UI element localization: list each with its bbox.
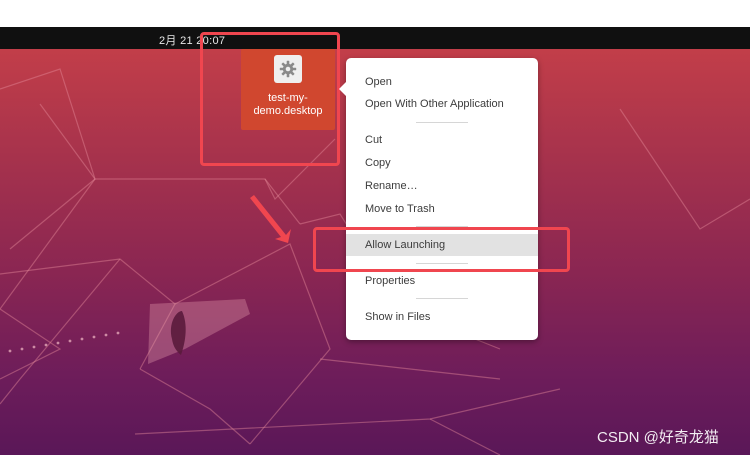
menu-item-move-to-trash[interactable]: Move to Trash bbox=[346, 198, 538, 220]
menu-item-cut[interactable]: Cut bbox=[346, 129, 538, 151]
context-menu: Open Open With Other Application Cut Cop… bbox=[339, 58, 538, 340]
menu-item-move-to-trash-label: Move to Trash bbox=[365, 203, 435, 215]
menu-item-properties[interactable]: Properties bbox=[346, 270, 538, 292]
menu-item-show-in-files-label: Show in Files bbox=[365, 311, 431, 323]
annotation-arrow bbox=[250, 195, 291, 243]
menu-item-open-with-label: Open With Other Application bbox=[365, 98, 504, 110]
menu-item-open-label: Open bbox=[365, 76, 392, 88]
menu-separator bbox=[416, 298, 468, 299]
menu-item-copy[interactable]: Copy bbox=[346, 152, 538, 174]
menu-item-rename[interactable]: Rename… bbox=[346, 175, 538, 197]
annotation-box-allow-launching bbox=[313, 227, 570, 272]
top-white-strip bbox=[0, 0, 750, 27]
menu-separator bbox=[416, 122, 468, 123]
watermark: CSDN @好奇龙猫 bbox=[597, 429, 719, 446]
annotation-box-icon bbox=[200, 32, 340, 166]
menu-item-show-in-files[interactable]: Show in Files bbox=[346, 306, 538, 328]
menu-item-rename-label: Rename… bbox=[365, 180, 418, 192]
menu-item-properties-label: Properties bbox=[365, 275, 416, 287]
menu-item-open[interactable]: Open bbox=[346, 71, 538, 93]
top-panel: 2月 21 20:07 bbox=[0, 27, 750, 49]
menu-item-open-with[interactable]: Open With Other Application bbox=[346, 93, 538, 115]
menu-item-cut-label: Cut bbox=[365, 134, 383, 146]
menu-item-copy-label: Copy bbox=[365, 157, 391, 169]
